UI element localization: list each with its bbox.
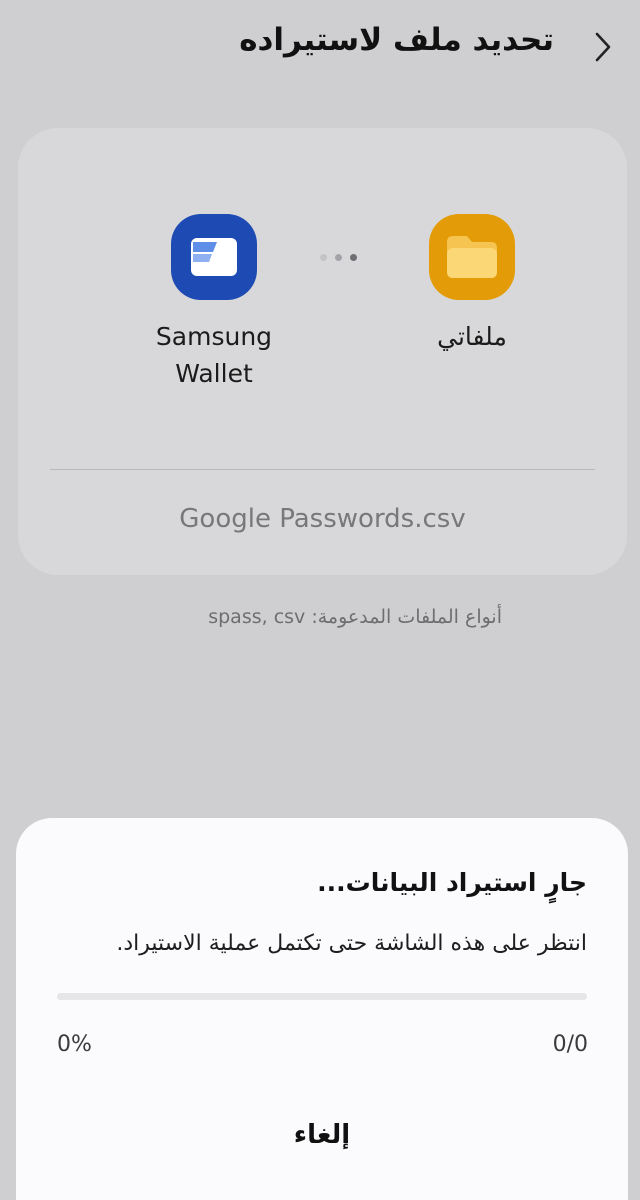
transfer-dots-indicator	[320, 250, 370, 264]
cancel-button[interactable]: إلغاء	[222, 1108, 422, 1162]
selected-file-name: Google Passwords.csv	[179, 504, 466, 534]
progress-bar	[57, 993, 587, 1000]
dialog-message: انتظر على هذه الشاشة حتى تكتمل عملية الا…	[116, 931, 587, 956]
progress-percent: 0%	[57, 1032, 92, 1057]
dot	[320, 253, 327, 261]
progress-count: 0/0	[552, 1032, 588, 1057]
folder-icon	[429, 214, 515, 300]
source-selection-card: Samsung Wallet ملفاتي Google Passwords.c…	[18, 128, 627, 575]
app-option-my-files[interactable]: ملفاتي	[382, 214, 562, 355]
dialog-title: جارٍ استيراد البيانات...	[317, 868, 587, 897]
app-label-my-files: ملفاتي	[437, 322, 507, 351]
supported-file-types: أنواع الملفات المدعومة: spass, csv	[208, 606, 502, 628]
divider	[50, 469, 595, 470]
dot	[350, 253, 357, 261]
back-button[interactable]	[588, 30, 618, 64]
page-title: تحديد ملف لاستيراده	[239, 22, 554, 58]
header: تحديد ملف لاستيراده	[0, 0, 640, 90]
import-progress-dialog: جارٍ استيراد البيانات... انتظر على هذه ا…	[16, 818, 628, 1200]
chevron-right-icon	[595, 32, 611, 62]
app-option-samsung-wallet[interactable]: Samsung Wallet	[124, 214, 304, 392]
samsung-wallet-icon	[171, 214, 257, 300]
app-label-samsung-wallet: Samsung Wallet	[155, 322, 273, 388]
dot	[335, 253, 342, 261]
